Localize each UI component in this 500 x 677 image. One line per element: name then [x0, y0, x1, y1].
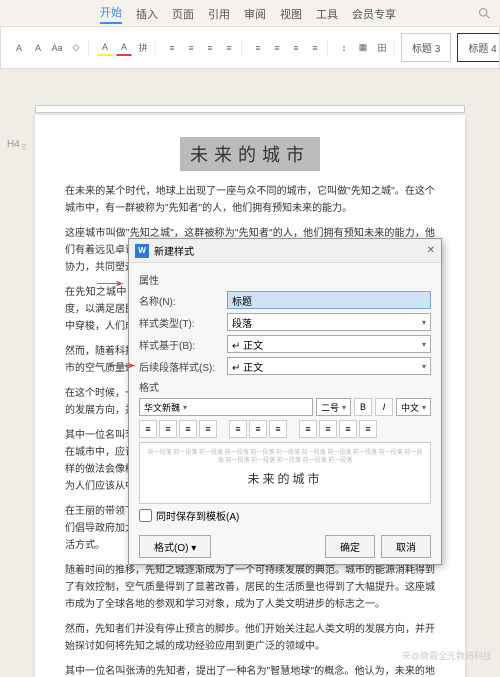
align-justify-btn[interactable]: ≡	[307, 40, 323, 56]
indent-left-button[interactable]: ≡	[339, 420, 357, 438]
tab-page[interactable]: 页面	[172, 6, 194, 22]
align-left-btn[interactable]: ≡	[250, 40, 266, 56]
indent-dec-button[interactable]: ≡	[299, 420, 317, 438]
styles-gallery: 标题 3 标题 4 标题 5	[399, 31, 500, 64]
align-right-btn[interactable]: ≡	[288, 40, 304, 56]
paragraph[interactable]: 随着时间的推移，先知之城逐渐成为了一个可持续发展的典范。城市的能源消耗得到了有效…	[65, 562, 435, 613]
shading-btn[interactable]: ▦	[355, 40, 371, 56]
tab-insert[interactable]: 插入	[136, 6, 158, 22]
new-style-dialog: W 新建样式 ✕ 属性 名称(N): 样式类型(T): 段落▾ 样式基于(B):…	[128, 238, 442, 565]
format-menu-button[interactable]: 格式(O) ▾	[139, 535, 211, 558]
search-icon[interactable]	[478, 7, 490, 22]
language-select[interactable]: 中文▾	[396, 398, 431, 416]
ok-button[interactable]: 确定	[325, 535, 375, 558]
outdent-btn[interactable]: ≡	[202, 40, 218, 56]
align-justify-button[interactable]: ≡	[199, 420, 217, 438]
font-family-select[interactable]: 华文新魏▾	[139, 398, 313, 416]
spacing-normal-button[interactable]: ≡	[249, 420, 267, 438]
close-icon[interactable]: ✕	[427, 245, 435, 256]
outline-level-tag: H4	[7, 139, 20, 150]
name-input[interactable]	[227, 291, 431, 309]
align-center-btn[interactable]: ≡	[269, 40, 285, 56]
font-shrink-btn[interactable]: A	[30, 40, 46, 56]
type-label: 样式类型(T):	[139, 315, 221, 330]
indent-inc-button[interactable]: ≡	[319, 420, 337, 438]
align-right-button[interactable]: ≡	[179, 420, 197, 438]
bold-button[interactable]: B	[354, 398, 372, 416]
tab-ref[interactable]: 引用	[208, 6, 230, 22]
drag-handle-icon[interactable]: ⠿	[21, 143, 27, 152]
annotation-arrow-icon: →	[88, 270, 132, 293]
ribbon-tabs: 开始 插入 页面 引用 审阅 视图 工具 会员专享	[0, 0, 500, 26]
tab-view[interactable]: 视图	[280, 6, 302, 22]
tab-tool[interactable]: 工具	[316, 6, 338, 22]
style-preview: 前一段落 前一段落 前一段落 前一段落 前一段落 前一段落 前一段落 前一段落 …	[139, 442, 431, 504]
clear-format-btn[interactable]: ◇	[68, 40, 84, 56]
align-left-button[interactable]: ≡	[139, 420, 157, 438]
border-btn[interactable]: 田	[374, 40, 390, 56]
style-heading3[interactable]: 标题 3	[401, 33, 451, 62]
style-heading4[interactable]: 标题 4	[457, 33, 500, 62]
spacing-tight-button[interactable]: ≡	[229, 420, 247, 438]
line-spacing-btn[interactable]: ↕	[336, 40, 352, 56]
chevron-down-icon: ▾	[422, 318, 426, 327]
spacing-loose-button[interactable]: ≡	[269, 420, 287, 438]
chevron-down-icon: ▾	[422, 340, 426, 349]
base-label: 样式基于(B):	[139, 337, 221, 352]
preview-sample-text: 未来的城市	[146, 470, 424, 487]
type-select[interactable]: 段落▾	[227, 313, 431, 331]
checkbox-input[interactable]	[139, 509, 152, 522]
annotation-arrow-icon: →	[100, 352, 144, 375]
tab-member[interactable]: 会员专享	[352, 6, 396, 22]
follow-label: 后续段落样式(S):	[139, 359, 221, 374]
document-title[interactable]: 未来的城市	[180, 137, 320, 171]
font-case-btn[interactable]: Aa	[49, 40, 65, 56]
section-format: 格式	[139, 379, 431, 394]
phonetic-btn[interactable]: 拼	[135, 40, 151, 56]
ruler[interactable]	[35, 105, 465, 113]
paragraph[interactable]: 在未来的某个时代，地球上出现了一座与众不同的城市，它叫做"先知之城"。在这个城市…	[65, 183, 435, 217]
dialog-title-text: 新建样式	[154, 243, 194, 258]
tab-review[interactable]: 审阅	[244, 6, 266, 22]
section-properties: 属性	[139, 272, 431, 287]
preview-context-text: 前一段落 前一段落 前一段落 前一段落 前一段落 前一段落 前一段落 前一段落 …	[146, 449, 424, 466]
follow-select[interactable]: ↵ 正文▾	[227, 357, 431, 375]
numbering-btn[interactable]: ≡	[183, 40, 199, 56]
font-size-select[interactable]: 二号▾	[316, 398, 351, 416]
paragraph[interactable]: 然而，先知者们并没有停止预言的脚步。他们开始关注起人类文明的发展方向，并开始探讨…	[65, 621, 435, 655]
font-size-btn[interactable]: A	[11, 40, 27, 56]
word-icon: W	[135, 244, 149, 258]
toolbar: A A Aa ◇ A A 拼 ≡ ≡ ≡ ≡ ≡ ≡ ≡ ≡ ↕ ▦ 田 标题 …	[0, 26, 500, 69]
dialog-titlebar[interactable]: W 新建样式 ✕	[129, 239, 441, 263]
italic-button[interactable]: I	[375, 398, 393, 416]
save-to-template-checkbox[interactable]: 同时保存到模板(A)	[139, 508, 431, 523]
chevron-down-icon: ▾	[422, 362, 426, 371]
cancel-button[interactable]: 取消	[381, 535, 431, 558]
watermark-text: 来@微霞全光数码科技	[402, 649, 492, 662]
tab-start[interactable]: 开始	[100, 4, 122, 24]
align-center-button[interactable]: ≡	[159, 420, 177, 438]
font-color-btn[interactable]: A	[116, 40, 132, 56]
bullets-btn[interactable]: ≡	[164, 40, 180, 56]
name-label: 名称(N):	[139, 293, 221, 308]
indent-btn[interactable]: ≡	[221, 40, 237, 56]
highlight-btn[interactable]: A	[97, 40, 113, 56]
indent-right-button[interactable]: ≡	[359, 420, 377, 438]
base-select[interactable]: ↵ 正文▾	[227, 335, 431, 353]
paragraph[interactable]: 其中一位名叫张涛的先知者，提出了一种名为"智慧地球"的概念。他认为，未来的地球将	[65, 663, 435, 677]
